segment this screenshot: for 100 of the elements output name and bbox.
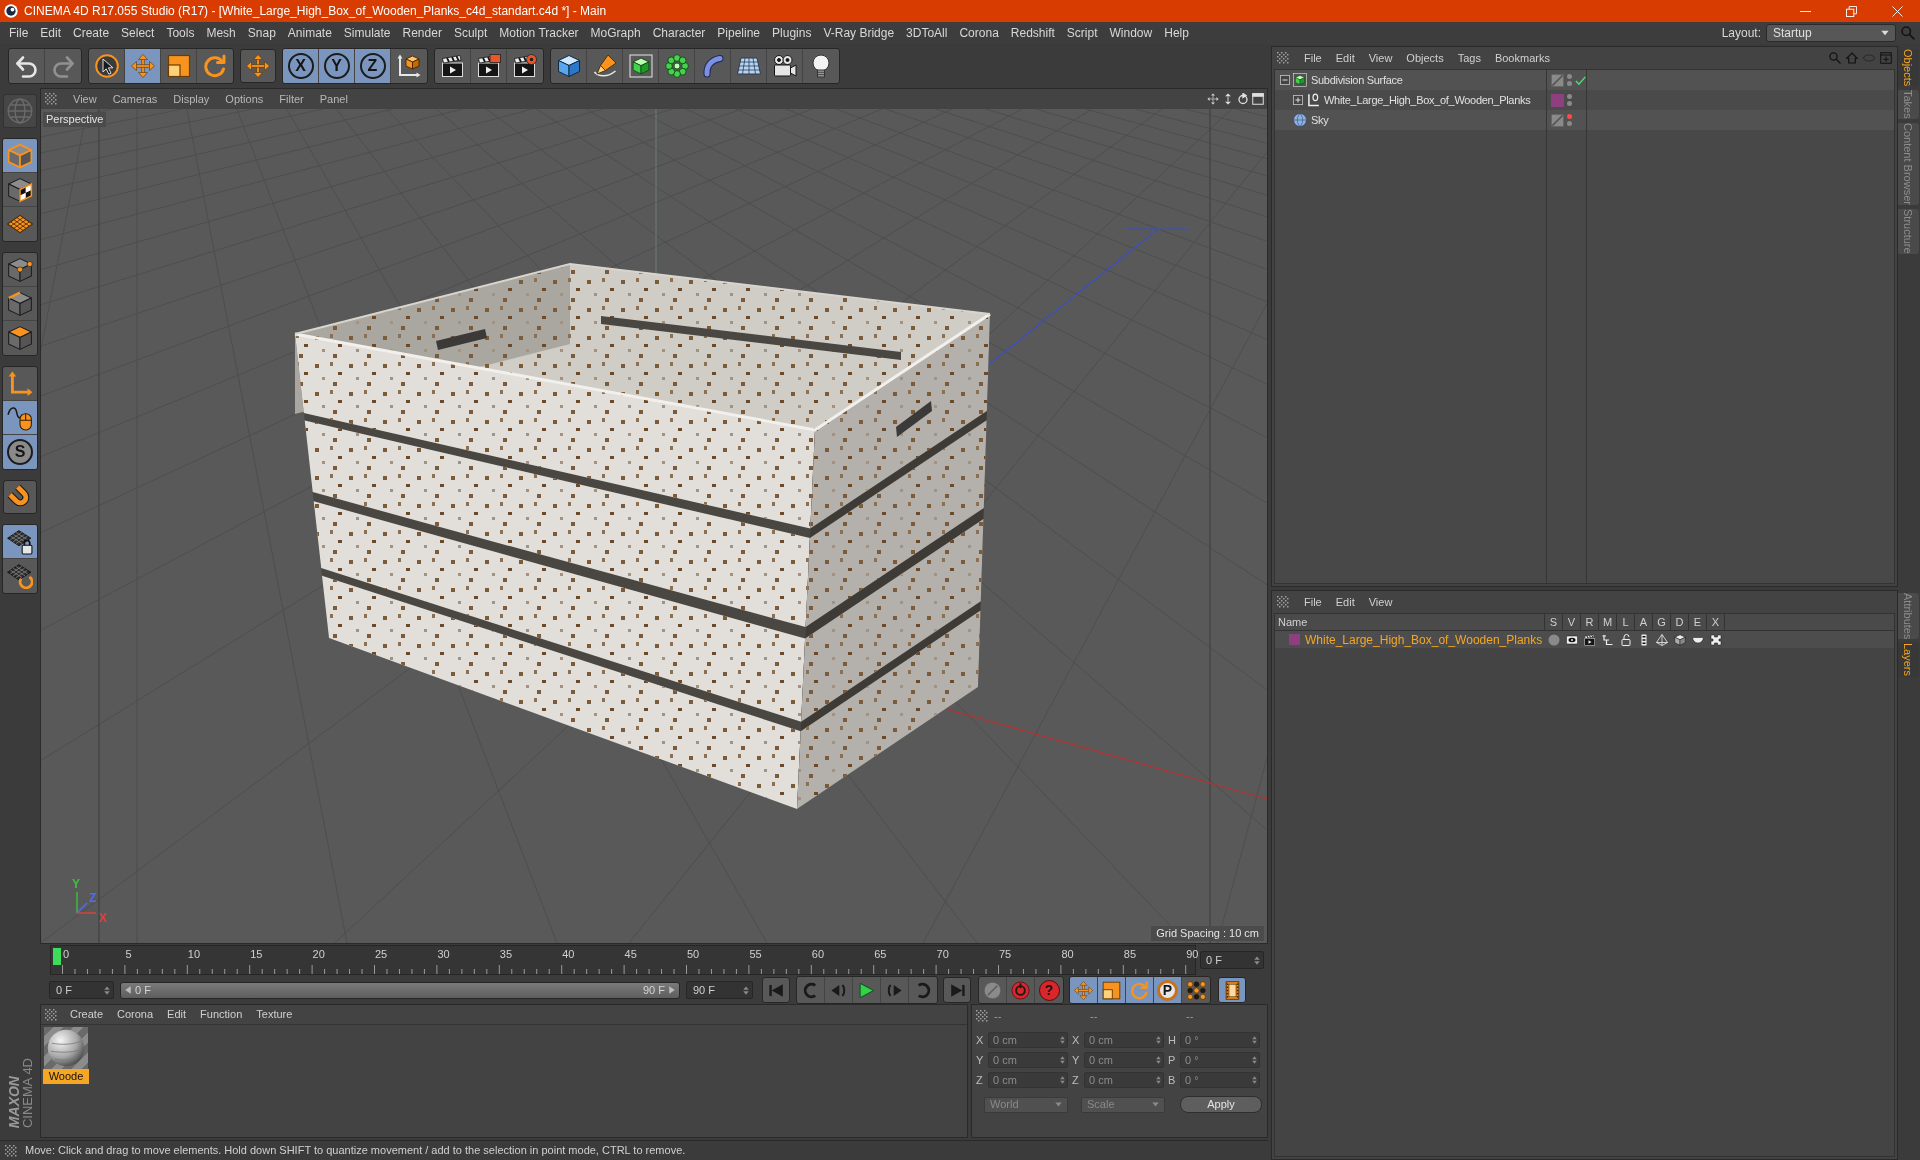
column-header[interactable]: S [1545,614,1563,630]
menu-item[interactable]: Edit [160,1009,194,1020]
coordinate-field[interactable]: 0 cm [1084,1032,1164,1048]
menu-item[interactable]: Animate [281,27,338,39]
menu-item[interactable]: Texture [249,1009,300,1020]
menu-item[interactable]: Edit [1328,52,1362,64]
menu-item[interactable]: Options [217,93,272,105]
timeline-scrollbar[interactable]: 0 F 90 F [120,981,680,999]
column-header[interactable]: R [1581,614,1599,630]
menu-item[interactable]: Character [646,27,712,39]
coordinate-field[interactable]: 0 cm [1084,1052,1164,1068]
coordinate-field[interactable]: 0 ° [1180,1052,1260,1068]
column-header[interactable]: D [1671,614,1689,630]
menu-item[interactable]: Filter [271,93,312,105]
menu-item[interactable]: File [1297,52,1329,64]
frame-field[interactable]: 90 F [686,981,753,999]
position-key-button[interactable] [1070,977,1098,1003]
parameter-key-button[interactable]: P [1154,977,1182,1003]
cube-icon[interactable] [1674,633,1686,646]
column-header[interactable]: X [1707,614,1725,630]
menu-item[interactable]: Display [165,93,218,105]
coordinate-field[interactable]: 0 ° [1180,1072,1260,1088]
expand-icon[interactable] [1293,95,1303,105]
layout-dropdown[interactable]: Startup [1766,24,1896,42]
menu-item[interactable]: File [1297,596,1329,608]
menu-item[interactable]: Corona [953,27,1005,39]
coordinate-field[interactable]: 0 cm [988,1032,1068,1048]
menu-item[interactable]: Snap [241,27,282,39]
workplane-lock-button[interactable] [3,525,37,559]
padlock-open-icon[interactable] [1620,633,1632,646]
menu-item[interactable]: Select [115,27,161,39]
menu-item[interactable]: Plugins [766,27,818,39]
collapse-icon[interactable] [1280,75,1290,85]
menu-item[interactable]: File [3,27,35,39]
column-header[interactable]: V [1563,614,1581,630]
menu-item[interactable]: Corona [110,1009,161,1020]
lock-y-button[interactable]: Y [319,49,355,83]
column-header[interactable]: M [1599,614,1617,630]
menu-item[interactable]: Render [396,27,448,39]
tree-lines-icon[interactable] [1602,633,1614,646]
menu-item[interactable]: View [1361,52,1400,64]
tweak-button[interactable] [3,401,37,435]
column-header[interactable]: G [1653,614,1671,630]
frame-field[interactable]: 0 F [49,981,114,999]
menu-item[interactable]: Sculpt [447,27,494,39]
eye-icon[interactable] [1566,633,1578,646]
scale-key-button[interactable] [1098,977,1126,1003]
menu-item[interactable]: Bookmarks [1487,52,1557,64]
move-view-icon[interactable] [1207,93,1219,105]
snap-button[interactable]: S [3,435,37,469]
frame-field[interactable]: 0 F [1200,951,1264,969]
go-end-button[interactable] [943,977,971,1003]
menu-item[interactable]: Panel [311,93,356,105]
coordinate-field[interactable]: 0 ° [1180,1032,1260,1048]
magnet-button[interactable] [3,480,37,514]
menu-item[interactable]: Window [1103,27,1159,39]
menu-item[interactable]: Create [67,27,116,39]
menu-item[interactable]: Cameras [104,93,166,105]
menu-item[interactable]: Help [1158,27,1195,39]
coordinate-field[interactable]: 0 cm [1084,1072,1164,1088]
menu-item[interactable]: V-Ray Bridge [817,27,901,39]
playhead-marker[interactable] [53,948,61,965]
cross-block-icon[interactable] [1710,633,1722,646]
timeline-button[interactable] [1218,977,1246,1003]
menu-item[interactable]: Function [193,1009,250,1020]
column-header[interactable]: A [1635,614,1653,630]
menu-item[interactable]: Motion Tracker [493,27,585,39]
menu-item[interactable]: Edit [1328,596,1362,608]
maximize-icon[interactable] [1252,93,1264,105]
coordinate-field[interactable]: 0 cm [988,1052,1068,1068]
menu-item[interactable]: MoGraph [584,27,647,39]
column-header[interactable]: Name [1275,614,1545,630]
solo-dot-icon[interactable] [1548,633,1560,646]
menu-item[interactable]: Mesh [200,27,242,39]
object-name[interactable]: Subdivision Surface [1311,74,1403,86]
go-start-button[interactable] [762,977,790,1003]
model-button[interactable] [3,139,37,173]
menu-item[interactable]: Create [63,1009,111,1020]
timeline-ruler[interactable]: 0 5 10 15 20 25 30 35 40 45 50 55 60 65 70 75 80 85 90 [50,945,1196,975]
move-button[interactable] [125,49,161,83]
pyramid-icon[interactable] [1656,633,1668,646]
object-name[interactable]: White_Large_High_Box_of_Wooden_Planks [1324,94,1531,106]
zoom-arrows-icon[interactable] [1222,93,1234,105]
menu-item[interactable]: Simulate [337,27,397,39]
menu-item[interactable]: View [65,93,105,105]
menu-item[interactable]: Pipeline [711,27,767,39]
object-name[interactable]: Sky [1311,114,1329,126]
menu-item[interactable]: Edit [34,27,68,39]
lock-x-button[interactable]: X [283,49,319,83]
menu-item[interactable]: Tools [160,27,201,39]
menu-item[interactable]: 3DToAll [900,27,954,39]
menu-item[interactable]: Redshift [1004,27,1061,39]
last-tool-button[interactable] [240,49,276,83]
coordinate-field[interactable]: 0 cm [988,1072,1068,1088]
column-header[interactable]: E [1689,614,1707,630]
menu-item[interactable]: Script [1060,27,1104,39]
menu-item[interactable]: View [1361,596,1400,608]
check-icon[interactable] [1575,74,1586,86]
menu-item[interactable]: Tags [1450,52,1488,64]
apply-button[interactable]: Apply [1180,1096,1262,1113]
